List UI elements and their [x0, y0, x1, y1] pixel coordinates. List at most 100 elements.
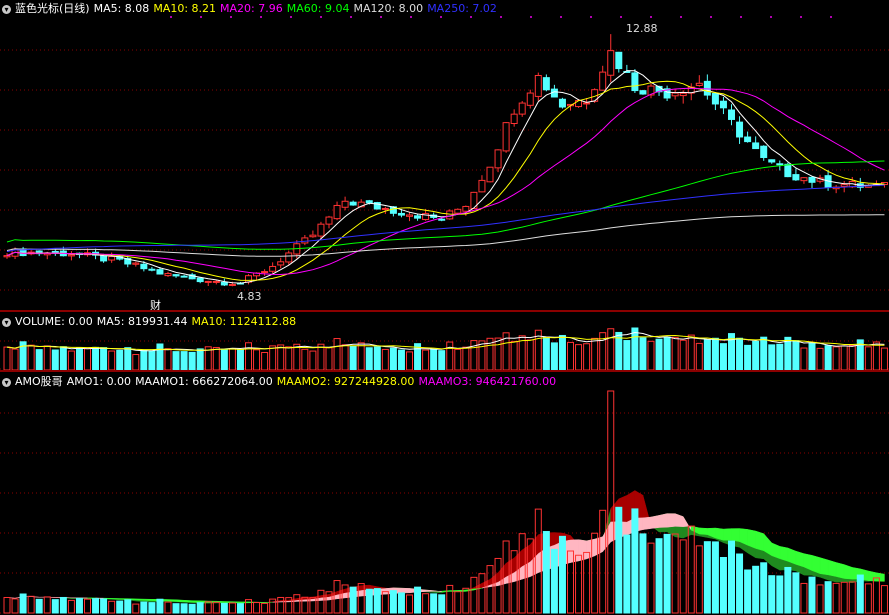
volume-bar: [679, 339, 687, 370]
volume-bar: [84, 348, 91, 370]
volume-bar: [156, 343, 164, 370]
amo-bar: [293, 594, 301, 614]
volume-bar: [550, 342, 558, 370]
volume-bar: [220, 349, 228, 370]
amo-bar: [19, 593, 27, 614]
volume-bar: [51, 349, 59, 370]
amo-bar: [840, 581, 848, 614]
price-chart-panel[interactable]: ▾ 蓝色光标(日线) MA5: 8.08 MA10: 8.21 MA20: 7.96 MA…: [0, 0, 889, 310]
volume-bar: [100, 347, 108, 370]
candle-body: [212, 280, 220, 283]
amo-bar: [679, 539, 687, 614]
amo-bar: [631, 508, 639, 614]
candle-body: [526, 92, 534, 106]
amo-band-slow: [401, 587, 410, 594]
volume-bar: [558, 334, 566, 370]
collapse-dot-icon[interactable]: ▾: [2, 317, 11, 327]
volume-label-2: MA10: 1124112.88: [191, 315, 297, 328]
volume-bar: [188, 351, 196, 370]
collapse-dot-icon[interactable]: ▾: [2, 377, 11, 387]
signal-dot: [410, 16, 412, 18]
amo-bar: [647, 542, 655, 614]
signal-dot: [380, 16, 382, 18]
amo-bar: [599, 509, 607, 614]
ma-line-250: [6, 184, 885, 253]
candle-body: [269, 265, 277, 272]
candle-body: [599, 71, 607, 91]
amo-bar: [446, 584, 454, 614]
amo-bars-chart[interactable]: [0, 373, 889, 615]
amo-bar: [220, 602, 228, 614]
amo-band-slow: [240, 601, 249, 604]
ma-label-4: MA120: 8.00: [353, 2, 424, 15]
volume-bar: [639, 337, 647, 370]
amo-band-slow: [167, 599, 177, 602]
high-price-label: 12.88: [626, 22, 658, 35]
amo-bar: [253, 602, 261, 614]
candle-body: [148, 268, 156, 271]
amo-bar: [623, 534, 631, 614]
amo-bar: [43, 596, 51, 614]
amo-bar: [695, 545, 703, 614]
amo-bar: [100, 598, 108, 614]
candle-body: [108, 256, 116, 261]
amo-bar: [148, 602, 156, 614]
event-marker-icon[interactable]: 财: [150, 297, 161, 310]
candle-body: [164, 273, 172, 277]
stock-title: 蓝色光标(日线): [15, 2, 90, 15]
volume-bar: [116, 349, 124, 370]
volume-bar: [285, 346, 293, 370]
amo-bar: [277, 596, 285, 614]
amo-bar: [550, 548, 558, 614]
amo-bar: [864, 583, 872, 614]
signal-dot: [800, 16, 802, 18]
volume-bar: [67, 350, 75, 370]
amo-bar: [389, 590, 397, 614]
volume-bar: [132, 354, 140, 370]
panel-divider[interactable]: [0, 310, 889, 312]
amo-chart-panel[interactable]: ▾ AMO股哥 AMO1: 0.00 MAAMO1: 666272064.00 MAAM…: [0, 373, 889, 615]
candle-body: [406, 214, 413, 217]
amo-bar: [478, 573, 486, 614]
candle-body: [840, 184, 848, 187]
signal-dot: [770, 16, 772, 18]
candlestick-chart[interactable]: [0, 0, 889, 310]
amo-band-slow: [280, 600, 289, 603]
candle-body: [220, 281, 228, 286]
volume-bar: [695, 342, 703, 370]
candle-body: [381, 207, 389, 210]
ma-label-5: MA250: 7.02: [427, 2, 497, 15]
amo-band-slow: [642, 516, 652, 530]
volume-bar: [478, 340, 486, 370]
volume-bar: [760, 336, 768, 370]
signal-dot: [320, 16, 322, 18]
amo-bar: [792, 572, 800, 614]
amo-band-slow: [135, 598, 145, 601]
amo-band-slow: [658, 513, 668, 528]
panel-divider[interactable]: [0, 370, 889, 372]
amo-band-slow: [811, 554, 821, 575]
candle-body: [494, 149, 502, 169]
volume-bar: [397, 349, 405, 370]
candle-body: [3, 255, 11, 258]
signal-dot: [710, 16, 712, 18]
amo-band-slow: [795, 550, 805, 568]
amo-band-slow: [699, 527, 708, 535]
amo-bar: [59, 596, 67, 614]
volume-bar: [583, 343, 591, 370]
amo-bar: [575, 554, 583, 614]
candle-body: [583, 102, 591, 105]
ma-label-0: MA5: 8.08: [93, 2, 150, 15]
volume-chart-panel[interactable]: ▾ VOLUME: 0.00 MA5: 819931.44 MA10: 1124112…: [0, 313, 889, 370]
volume-bar: [228, 348, 236, 370]
volume-bar: [75, 347, 83, 370]
amo-bar: [848, 581, 856, 614]
volume-bar: [808, 342, 816, 370]
volume-bar: [800, 347, 808, 370]
volume-bar: [510, 340, 518, 370]
amo-bar: [711, 541, 719, 614]
candle-body: [204, 280, 212, 283]
ma-label-2: MA20: 7.96: [220, 2, 283, 15]
collapse-dot-icon[interactable]: ▾: [2, 4, 11, 14]
amo-bar: [180, 603, 188, 614]
